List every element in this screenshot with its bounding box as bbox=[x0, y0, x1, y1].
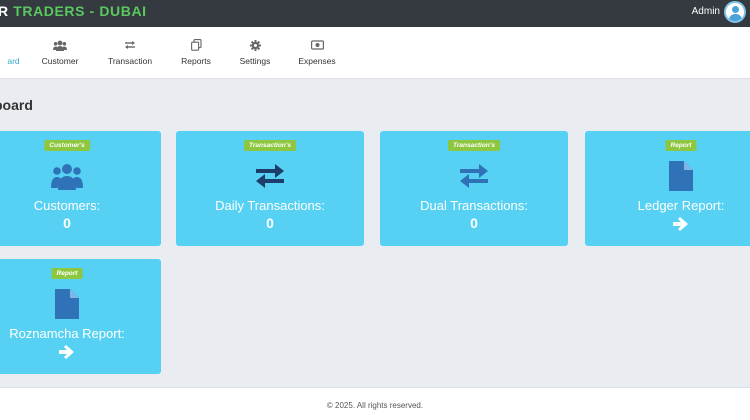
gear-icon bbox=[249, 38, 261, 52]
nav-item-label: Customer bbox=[41, 56, 79, 66]
card-value: 0 bbox=[266, 215, 274, 231]
brand-name-part2: TRADERS - DUBAI bbox=[13, 3, 147, 19]
roznamcha-report-card[interactable]: Report Roznamcha Report: bbox=[0, 259, 161, 374]
main-nav: ard Customer Transaction Reports Setting… bbox=[0, 27, 750, 79]
brand-name-part1: R bbox=[0, 3, 9, 19]
user-name[interactable]: Admin bbox=[692, 6, 720, 17]
card-badge: Report bbox=[665, 140, 697, 151]
nav-item-label: Reports bbox=[181, 56, 211, 66]
nav-item-label: Expenses bbox=[298, 56, 336, 66]
nav-item-transaction[interactable]: Transaction bbox=[100, 38, 160, 66]
card-title: Dual Transactions: bbox=[420, 198, 528, 213]
nav-item-customer[interactable]: Customer bbox=[30, 38, 90, 66]
card-title: Ledger Report: bbox=[637, 198, 725, 213]
copy-icon bbox=[190, 38, 202, 52]
card-value: 0 bbox=[470, 215, 478, 231]
nav-item-dashboard[interactable]: ard bbox=[0, 38, 30, 66]
nav-item-label: Settings bbox=[239, 56, 271, 66]
users-icon bbox=[51, 161, 83, 191]
exchange-icon bbox=[124, 38, 136, 52]
copyright-text: © 2025. All rights reserved. bbox=[326, 401, 424, 410]
nav-item-expenses[interactable]: Expenses bbox=[287, 38, 347, 66]
page-title: board bbox=[0, 97, 33, 113]
nav-item-reports[interactable]: Reports bbox=[166, 38, 226, 66]
card-title: Customers: bbox=[33, 198, 101, 213]
avatar[interactable] bbox=[724, 1, 746, 23]
customers-card[interactable]: Customer's Customers: 0 bbox=[0, 131, 161, 246]
avatar-head bbox=[732, 6, 739, 13]
exchange-icon bbox=[459, 161, 489, 191]
card-title: Daily Transactions: bbox=[215, 198, 325, 213]
card-value: 0 bbox=[63, 215, 71, 231]
nav-item-dashboard-label: ard bbox=[7, 56, 20, 66]
dual-transactions-card[interactable]: Transaction's Dual Transactions: 0 bbox=[380, 131, 568, 246]
money-bill-icon bbox=[310, 38, 324, 52]
top-bar: R TRADERS - DUBAI Admin bbox=[0, 0, 750, 27]
card-badge: Customer's bbox=[44, 140, 90, 151]
card-badge: Report bbox=[51, 268, 83, 279]
file-icon bbox=[55, 289, 79, 319]
arrow-right-icon bbox=[673, 216, 689, 237]
daily-transactions-card[interactable]: Transaction's Daily Transactions: 0 bbox=[176, 131, 364, 246]
card-badge: Transaction's bbox=[244, 140, 296, 151]
card-title: Roznamcha Report: bbox=[9, 326, 125, 341]
card-badge: Transaction's bbox=[448, 140, 500, 151]
nav-item-label: Transaction bbox=[107, 56, 153, 66]
footer: © 2025. All rights reserved. bbox=[0, 387, 750, 420]
nav-item-settings[interactable]: Settings bbox=[225, 38, 285, 66]
arrow-right-icon bbox=[59, 344, 75, 365]
exchange-icon bbox=[255, 161, 285, 191]
file-icon bbox=[669, 161, 693, 191]
brand-logo[interactable]: R TRADERS - DUBAI bbox=[0, 3, 147, 19]
users-icon bbox=[53, 38, 67, 52]
avatar-body bbox=[729, 14, 742, 21]
ledger-report-card[interactable]: Report Ledger Report: bbox=[585, 131, 750, 246]
